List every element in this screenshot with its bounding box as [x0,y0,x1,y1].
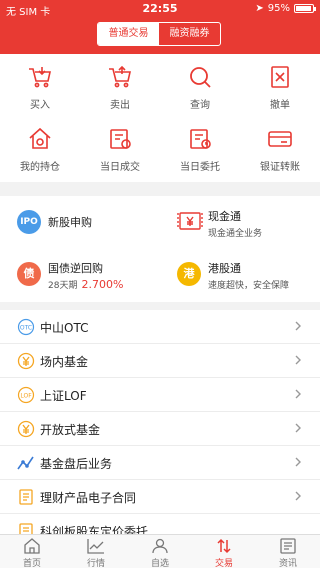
holdings-icon [29,127,51,149]
list-label: 场内基金 [40,355,89,369]
grid-item-cancel[interactable]: 撤单 [240,56,320,116]
chevron-right-icon [295,457,301,467]
list-item-otc[interactable]: OTC 中山OTC [0,310,320,344]
repo-term: 28天期 [48,281,78,291]
tab-market[interactable]: 行情 [64,535,128,568]
tab-label: 行情 [86,559,105,568]
hk-icon: 港 [177,262,201,286]
status-bar: 无 SIM 卡 22:55 ➤ 95% [0,0,320,18]
feature-title: 新股申购 [48,216,92,229]
grid-label: 卖出 [110,100,130,111]
market-icon [87,539,104,554]
grid-item-today-orders[interactable]: 当日委托 [160,118,240,178]
grid-item-bank-transfer[interactable]: 银证转账 [240,118,320,178]
trade-type-segment: 普通交易 融资融券 [97,22,221,46]
header: 无 SIM 卡 22:55 ➤ 95% 普通交易 融资融券 [0,0,320,54]
open-fund-icon [17,420,35,438]
list-item-exchange-fund[interactable]: 场内基金 [0,344,320,378]
search-icon [190,67,211,88]
grid-item-sell[interactable]: 卖出 [80,56,160,116]
tab-trade[interactable]: 交易 [192,535,256,568]
list-label: 基金盘后业务 [40,457,113,471]
fund-after-hours-icon [17,456,34,470]
cart-in-icon [29,67,51,88]
feature-new-stock[interactable]: IPO 新股申购 [0,198,160,246]
segment-normal-trade[interactable]: 普通交易 [98,23,159,45]
feature-subtitle: 速度超快，安全保障 [208,281,290,291]
grid-item-today-deals[interactable]: 当日成交 [80,118,160,178]
bank-transfer-icon [268,131,292,147]
trade-icon [217,538,231,554]
tab-home[interactable]: 首页 [0,535,64,568]
repo-rate: 2.700% [81,278,124,291]
otc-icon: OTC [17,318,35,336]
grid-label: 当日成交 [100,162,140,173]
list-item-open-fund[interactable]: 开放式基金 [0,412,320,446]
feature-title: 港股通 [208,262,241,275]
grid-label: 当日委托 [180,162,220,173]
cart-out-icon [109,65,131,88]
feature-subtitle: 现金通全业务 [208,229,263,239]
grid-item-buy[interactable]: 买入 [0,56,80,116]
list-label: 理财产品电子合同 [40,491,137,505]
list-label: 开放式基金 [40,423,101,437]
chevron-right-icon [295,491,301,501]
battery-icon [294,4,316,13]
battery-percent: 95% [267,3,290,14]
watchlist-icon [152,538,168,554]
status-right: ➤ 95% [255,3,316,14]
chevron-right-icon [295,389,301,399]
feature-panel: IPO 新股申购 现金通 现金通全业务 债 国债逆回购 28天期 2.700% 港… [0,196,320,302]
tab-label: 首页 [22,559,41,568]
list-label: 中山OTC [40,321,89,335]
news-icon [280,538,296,554]
ipo-icon: IPO [17,210,41,234]
lof-icon: LOF [17,386,35,404]
tab-bar: 首页 行情 自选 交易 资讯 [0,534,320,568]
tab-watchlist[interactable]: 自选 [128,535,192,568]
bond-icon: 债 [17,262,41,286]
home-icon [24,538,40,554]
feature-hk[interactable]: 港 港股通 速度超快，安全保障 [160,250,320,298]
today-deals-icon [110,129,131,149]
grid-label: 查询 [190,100,210,111]
grid-label: 我的持仓 [20,162,60,173]
grid-label: 买入 [30,100,50,111]
today-orders-icon [190,129,211,149]
feature-cash[interactable]: 现金通 现金通全业务 [160,198,320,246]
cash-icon [177,212,203,230]
grid-item-query[interactable]: 查询 [160,56,240,116]
location-icon: ➤ [255,3,264,14]
chevron-right-icon [295,355,301,365]
tab-label: 交易 [214,559,233,568]
exchange-fund-icon [17,352,35,370]
chevron-right-icon [295,321,301,331]
feature-title: 现金通 [208,210,241,223]
cancel-order-icon [271,66,289,88]
feature-subtitle: 28天期 2.700% [48,278,123,291]
svg-text:OTC: OTC [20,325,32,332]
list-item-fund-after-hours[interactable]: 基金盘后业务 [0,446,320,480]
grid-label: 银证转账 [260,162,300,173]
service-list: OTC 中山OTC 场内基金 LOF 上证LOF 开放式基金 基金盘后业务 理财… [0,310,320,535]
list-item-star-market[interactable]: 科创板股东定价委托 [0,514,320,535]
grid-item-holdings[interactable]: 我的持仓 [0,118,80,178]
grid-label: 撤单 [270,100,290,111]
contract-icon [19,489,33,505]
tab-label: 资讯 [278,559,297,568]
chevron-right-icon [295,423,301,433]
feature-title: 国债逆回购 [48,262,103,275]
svg-text:LOF: LOF [20,393,32,400]
feature-repo[interactable]: 债 国债逆回购 28天期 2.700% [0,250,160,298]
tab-news[interactable]: 资讯 [256,535,320,568]
function-grid: 买入 卖出 查询 撤单 我的持仓 当日成交 当日委托 银证转账 [0,54,320,182]
tab-label: 自选 [150,559,169,568]
list-label: 上证LOF [40,389,87,403]
segment-margin-trade[interactable]: 融资融券 [159,23,220,45]
list-item-lof[interactable]: LOF 上证LOF [0,378,320,412]
list-item-contract[interactable]: 理财产品电子合同 [0,480,320,514]
